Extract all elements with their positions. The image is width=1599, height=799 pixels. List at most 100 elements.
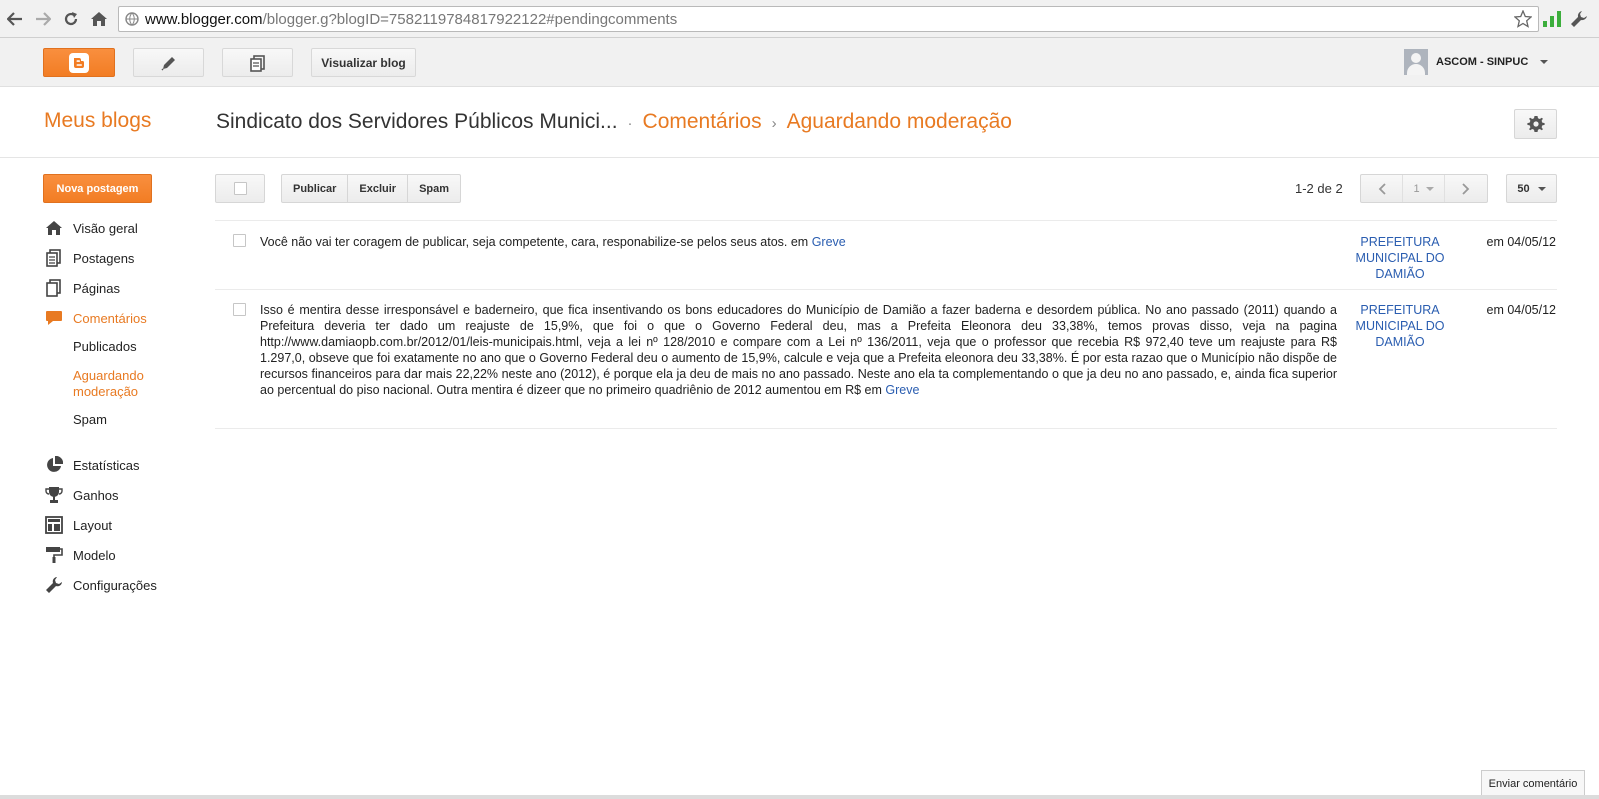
comment-text: Você não vai ter coragem de publicar, se… (260, 234, 1337, 250)
breadcrumb-dot: · (627, 115, 633, 132)
sidebar-item-comments[interactable]: Comentários (44, 307, 147, 329)
sidebar-sub-pending[interactable]: Aguardando moderação (73, 368, 163, 400)
sidebar-item-posts[interactable]: Postagens (44, 247, 134, 269)
signal-bars-icon[interactable] (1543, 11, 1561, 27)
breadcrumb-comments[interactable]: Comentários (643, 110, 762, 134)
sidebar-item-stats[interactable]: Estatísticas (44, 454, 139, 476)
reload-icon[interactable] (60, 8, 82, 30)
trophy-icon (44, 486, 64, 504)
prev-page-button[interactable] (1361, 175, 1403, 202)
sidebar-item-label: Comentários (73, 310, 147, 326)
wrench-icon (44, 576, 64, 594)
tab-strip-edge (0, 795, 1599, 799)
page-select[interactable]: 1 (1403, 175, 1445, 202)
avatar (1404, 49, 1428, 75)
forward-icon[interactable] (32, 8, 54, 30)
posts-list-button[interactable] (222, 48, 293, 77)
sidebar-sub-spam[interactable]: Spam (73, 412, 107, 428)
row-checkbox[interactable] (233, 303, 246, 316)
wrench-menu-icon[interactable] (1569, 9, 1589, 29)
sidebar-item-label: Páginas (73, 280, 120, 296)
back-icon[interactable] (4, 8, 26, 30)
new-post-pencil-button[interactable] (133, 48, 204, 77)
comment-body: Isso é mentira desse irresponsável e bad… (260, 303, 1337, 397)
sidebar-item-pages[interactable]: Páginas (44, 277, 120, 299)
sidebar-item-settings[interactable]: Configurações (44, 574, 157, 596)
blogger-logo-icon (69, 52, 89, 73)
url-path: /blogger.g?blogID=7582119784817922122#pe… (262, 11, 678, 28)
paint-roller-icon (44, 546, 64, 564)
row-checkbox[interactable] (233, 234, 246, 247)
comments-icon (44, 309, 64, 327)
publish-button[interactable]: Publicar (282, 175, 349, 202)
sidebar-item-template[interactable]: Modelo (44, 544, 116, 566)
pages-icon (44, 279, 64, 297)
page-title: Aguardando moderação (786, 110, 1012, 133)
checkbox (233, 182, 247, 195)
comment-date: em 04/05/12 (1486, 303, 1557, 317)
settings-gear-button[interactable] (1514, 109, 1557, 139)
result-count: 1-2 de 2 (1295, 181, 1343, 196)
sidebar-item-overview[interactable]: Visão geral (44, 217, 138, 239)
comment-row: Isso é mentira desse irresponsável e bad… (215, 290, 1557, 429)
sidebar-item-label: Modelo (73, 547, 116, 563)
posts-list-icon (249, 54, 265, 72)
address-bar[interactable]: www.blogger.com/blogger.g?blogID=7582119… (118, 6, 1539, 32)
page-number: 1 (1413, 182, 1420, 195)
chevron-left-icon (1378, 182, 1386, 195)
blog-title[interactable]: Sindicato dos Servidores Públicos Munici… (216, 110, 618, 134)
sidebar-item-label: Layout (73, 517, 113, 533)
posts-icon (44, 249, 64, 267)
sidebar-item-label: Ganhos (73, 487, 119, 503)
url-host: www.blogger.com (145, 11, 263, 28)
spam-button[interactable]: Spam (408, 175, 460, 202)
per-page-select[interactable]: 50 (1506, 174, 1557, 203)
new-post-button[interactable]: Nova postagem (43, 174, 152, 203)
comment-author[interactable]: PREFEITURA MUNICIPAL DO DAMIÃO (1345, 234, 1455, 282)
blogger-topbar: Visualizar blog ASCOM - SINPUC (0, 38, 1599, 87)
pagination: 1 (1360, 174, 1488, 203)
send-feedback-button[interactable]: Enviar comentário (1481, 770, 1585, 796)
pencil-icon (160, 56, 175, 71)
home-icon[interactable] (88, 8, 110, 30)
breadcrumb: Sindicato dos Servidores Públicos Munici… (216, 110, 1012, 134)
chevron-down-icon (1537, 186, 1546, 191)
breadcrumb-separator: › (771, 115, 777, 132)
comment-body: Você não vai ter coragem de publicar, se… (260, 235, 812, 249)
per-page-value: 50 (1517, 182, 1530, 195)
globe-icon (125, 12, 139, 26)
sidebar-item-label: Postagens (73, 250, 135, 266)
browser-toolbar: www.blogger.com/blogger.g?blogID=7582119… (0, 0, 1599, 38)
sidebar-item-layout[interactable]: Layout (44, 514, 112, 536)
gear-icon (1526, 116, 1545, 132)
home-icon (44, 219, 64, 237)
post-link[interactable]: Greve (885, 383, 919, 397)
sidebar-item-label: Visão geral (73, 220, 138, 236)
my-blogs-link[interactable]: Meus blogs (44, 109, 151, 133)
url-text: www.blogger.com/blogger.g?blogID=7582119… (145, 11, 677, 28)
comment-text: Isso é mentira desse irresponsável e bad… (260, 302, 1337, 398)
page-header: Meus blogs Sindicato dos Servidores Públ… (0, 87, 1599, 158)
comment-author[interactable]: PREFEITURA MUNICIPAL DO DAMIÃO (1345, 302, 1455, 350)
sidebar-sub-published[interactable]: Publicados (73, 339, 137, 355)
sidebar-item-label: Estatísticas (73, 457, 140, 473)
stats-icon (44, 456, 64, 474)
action-button-group: Publicar Excluir Spam (281, 174, 462, 203)
sidebar-item-earnings[interactable]: Ganhos (44, 484, 119, 506)
account-name: ASCOM - SINPUC (1436, 56, 1529, 68)
bookmark-star-icon[interactable] (1514, 10, 1532, 28)
chevron-down-icon (1425, 186, 1434, 191)
view-blog-button[interactable]: Visualizar blog (311, 48, 416, 77)
select-all-checkbox[interactable] (215, 174, 265, 203)
next-page-button[interactable] (1445, 175, 1487, 202)
sidebar-item-label: Configurações (73, 577, 157, 593)
post-link[interactable]: Greve (812, 235, 846, 249)
comment-row: Você não vai ter coragem de publicar, se… (215, 221, 1557, 290)
account-menu[interactable]: ASCOM - SINPUC (1404, 48, 1549, 76)
blogger-logo-button[interactable] (43, 48, 115, 77)
layout-icon (44, 516, 64, 534)
comment-date: em 04/05/12 (1486, 235, 1557, 249)
chevron-down-icon (1540, 60, 1549, 64)
chevron-right-icon (1462, 182, 1470, 195)
delete-button[interactable]: Excluir (348, 175, 409, 202)
